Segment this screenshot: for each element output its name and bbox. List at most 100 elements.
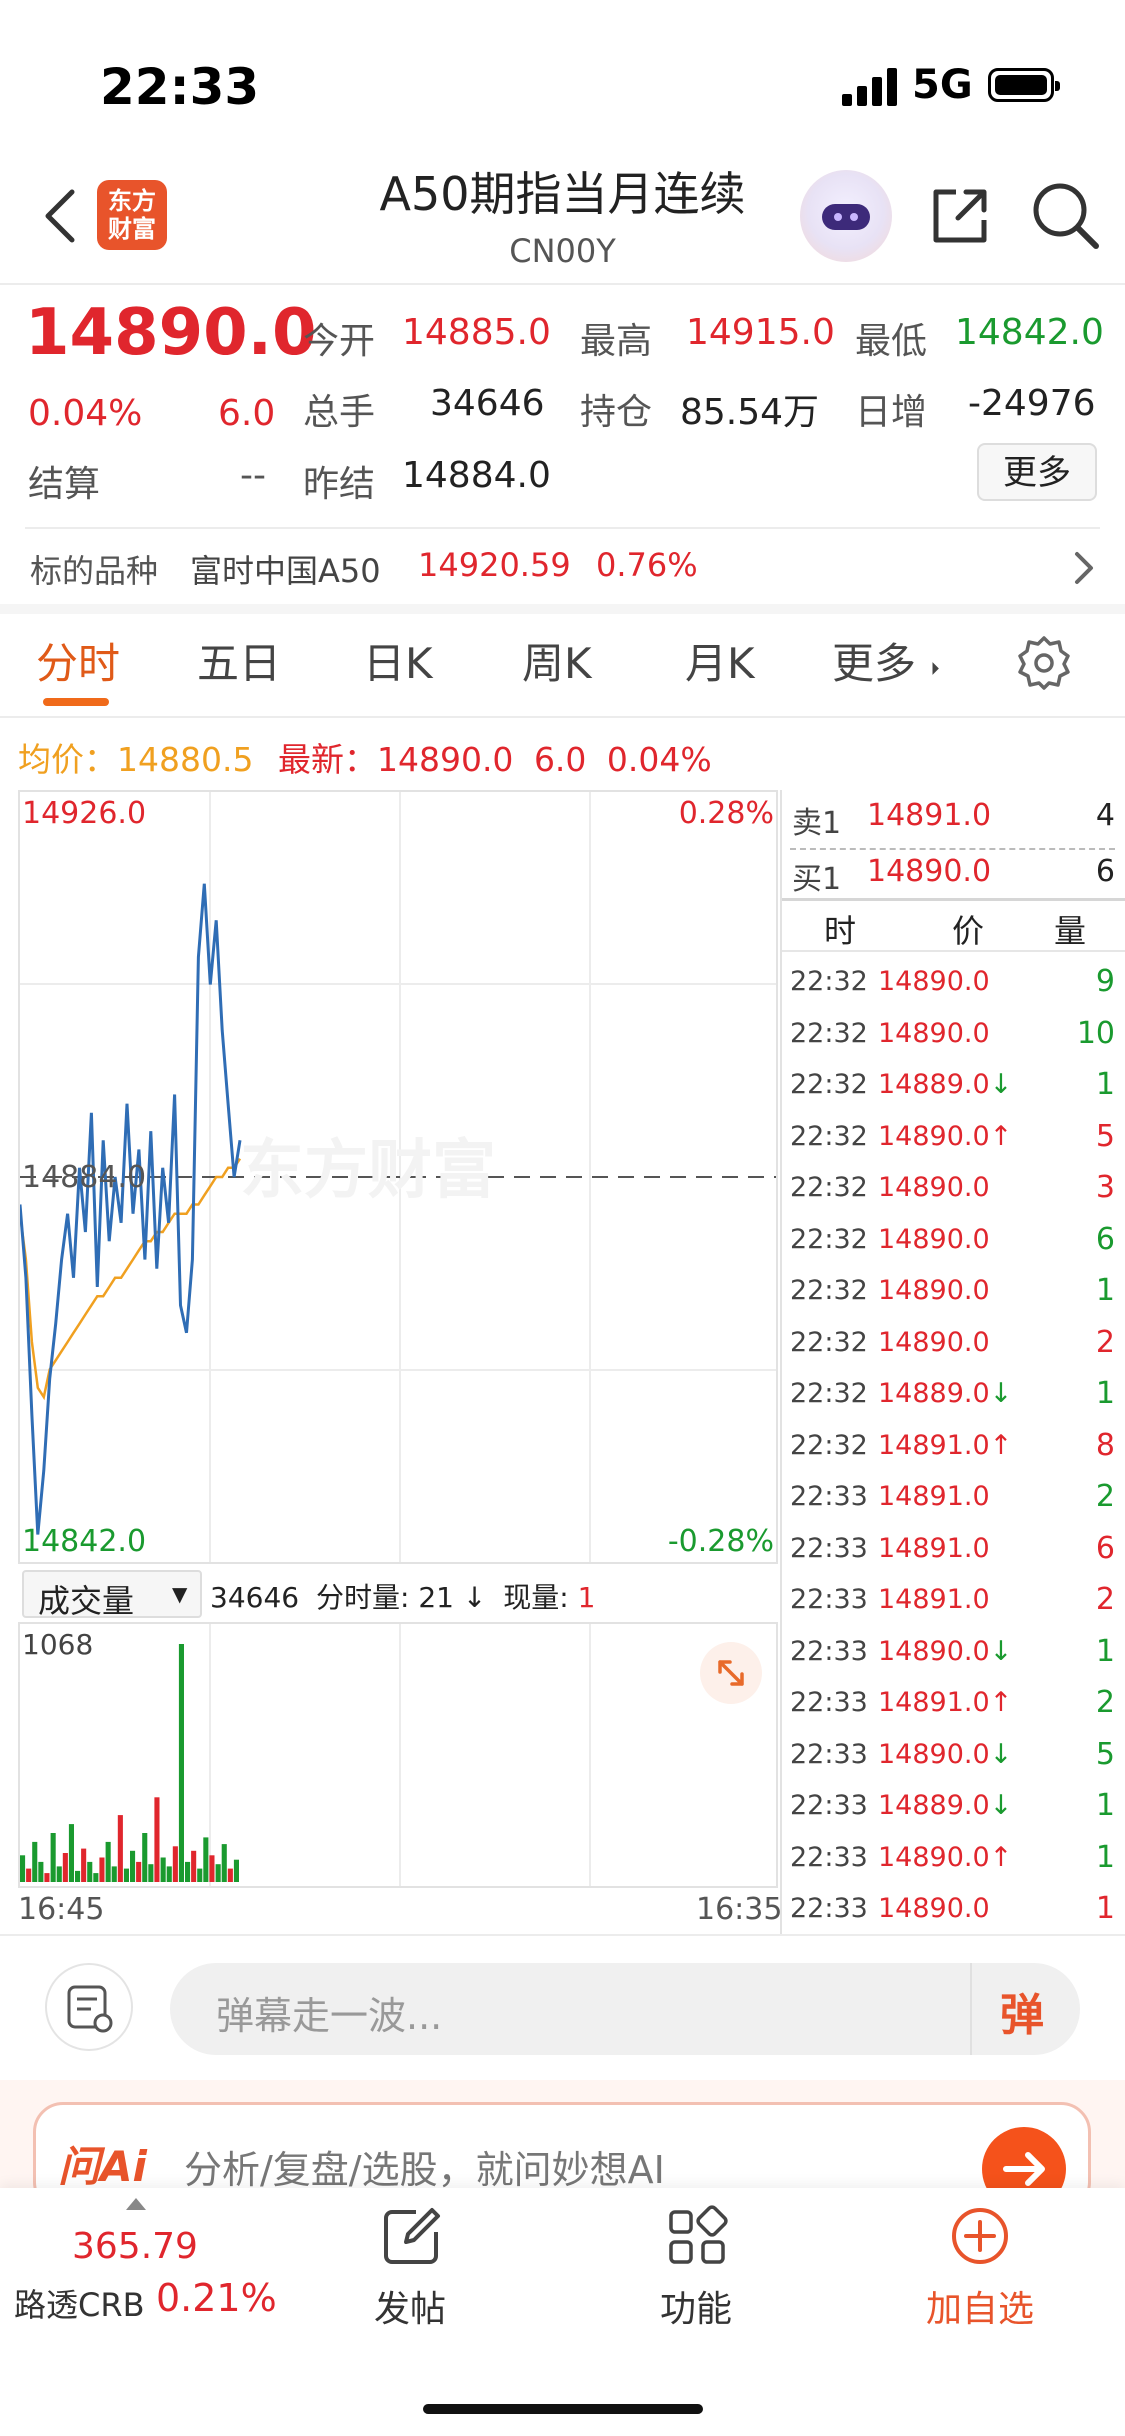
share-icon[interactable] bbox=[928, 184, 992, 248]
volume-bar bbox=[75, 1870, 81, 1882]
tick-row: 22:33 14890.0↓ 5 bbox=[782, 1735, 1125, 1785]
tick-price: 14890.0 bbox=[878, 1326, 990, 1358]
tick-qty: 1 bbox=[1095, 1376, 1115, 1411]
tick-time: 22:33 bbox=[790, 1841, 868, 1873]
up-caret-icon bbox=[126, 2198, 146, 2210]
latest-label: 最新： bbox=[277, 740, 377, 779]
functions-label[interactable]: 功能 bbox=[660, 2280, 732, 2332]
tick-time: 22:33 bbox=[790, 1790, 868, 1821]
settings-icon[interactable] bbox=[1016, 634, 1072, 690]
volume-bar bbox=[68, 1824, 74, 1882]
volume-bar bbox=[221, 1844, 227, 1882]
tick-row: 22:33 14890.0↓ 1 bbox=[782, 1632, 1125, 1682]
tick-price: 14890.0 bbox=[878, 966, 990, 997]
volume-bar bbox=[227, 1868, 233, 1882]
tab-5day[interactable]: 五日 bbox=[197, 630, 281, 691]
field-value-settlement: -- bbox=[240, 455, 266, 496]
functions-icon[interactable] bbox=[665, 2204, 729, 2268]
volume-bar bbox=[197, 1868, 203, 1882]
notes-icon bbox=[67, 1985, 113, 2033]
tick-price: 14891.0 bbox=[878, 1584, 990, 1615]
change-pct: 0.04% bbox=[28, 393, 143, 434]
ticker-value[interactable]: 365.79 bbox=[72, 2226, 198, 2267]
tick-row: 22:32 14890.0↑ 5 bbox=[782, 1117, 1125, 1167]
tick-time: 22:33 bbox=[790, 1738, 868, 1770]
tick-row: 22:32 14890.0 3 bbox=[782, 1168, 1125, 1218]
volume-bar bbox=[215, 1864, 221, 1882]
field-value-open-interest: 85.54万 bbox=[680, 392, 820, 433]
tick-qty: 1 bbox=[1095, 1067, 1115, 1102]
minute-volume-label: 分时量: bbox=[315, 1581, 410, 1614]
assistant-avatar-icon[interactable] bbox=[800, 170, 892, 262]
tick-qty: 1 bbox=[1095, 1788, 1115, 1823]
arrow-down-icon: ↓ bbox=[989, 1790, 1013, 1821]
add-watchlist-icon[interactable] bbox=[948, 2204, 1012, 2268]
avg-value: 14880.5 bbox=[117, 740, 254, 779]
tick-price: 14890.0 bbox=[878, 1017, 990, 1049]
tab-underline bbox=[43, 698, 109, 706]
tick-row: 22:32 14890.0 9 bbox=[782, 962, 1125, 1012]
tick-qty: 1 bbox=[1095, 1273, 1115, 1308]
tick-qty: 5 bbox=[1095, 1736, 1115, 1772]
expand-icon[interactable] bbox=[700, 1642, 762, 1704]
x-end-label: 16:35 bbox=[696, 1892, 783, 1927]
underlying-price: 14920.59 bbox=[418, 546, 571, 584]
tick-price: 14890.0↑ bbox=[878, 1841, 1013, 1873]
ticker-pct[interactable]: 0.21% bbox=[156, 2276, 277, 2320]
volume-chart-svg bbox=[20, 1624, 591, 1886]
post-icon[interactable] bbox=[380, 2204, 444, 2268]
field-value-prev-settle: 14884.0 bbox=[402, 455, 551, 496]
tick-row: 22:32 14890.0 1 bbox=[782, 1271, 1125, 1321]
tab-month-k[interactable]: 月K bbox=[685, 630, 755, 691]
tick-time: 22:33 bbox=[790, 1584, 868, 1615]
tick-row: 22:32 14889.0↓ 1 bbox=[782, 1065, 1125, 1115]
volume-bar bbox=[160, 1857, 166, 1882]
tick-qty: 6 bbox=[1095, 1530, 1115, 1566]
volume-bar bbox=[148, 1864, 154, 1882]
notes-button[interactable] bbox=[45, 1963, 133, 2051]
volume-bar bbox=[203, 1837, 209, 1882]
tab-week-k[interactable]: 周K bbox=[522, 630, 592, 691]
tick-row: 22:33 14891.0 2 bbox=[782, 1580, 1125, 1630]
search-icon[interactable] bbox=[1030, 180, 1102, 252]
field-value-daily-change: -24976 bbox=[968, 383, 1096, 424]
tick-qty: 2 bbox=[1095, 1324, 1115, 1360]
tab-intraday[interactable]: 分时 bbox=[36, 630, 120, 691]
volume-bar bbox=[105, 1841, 111, 1882]
ai-placeholder: 分析/复盘/选股，就问妙想AI bbox=[184, 2148, 665, 2192]
field-label: 日增 bbox=[855, 392, 928, 433]
volume-bar bbox=[38, 1861, 44, 1882]
latest-change: 6.0 bbox=[533, 740, 587, 779]
intraday-chart[interactable]: 东方财富 14926.0 0.28% 14884.0 14842.0 -0.28… bbox=[18, 790, 778, 1564]
volume-info: 34646 分时量: 21 ↓ 现量: 1 bbox=[210, 1576, 595, 1616]
arrow-down-icon: ↓ bbox=[989, 1635, 1013, 1667]
underlying-row[interactable]: 标的品种 富时中国A50 14920.59 0.76% bbox=[0, 538, 1125, 598]
tab-day-k[interactable]: 日K bbox=[363, 630, 433, 691]
field-label: 最低 bbox=[855, 321, 928, 362]
status-time: 22:33 bbox=[100, 58, 260, 116]
buy-price: 14890.0 bbox=[867, 854, 992, 889]
arrow-down-icon: ↓ bbox=[989, 1069, 1013, 1100]
ticker-name[interactable]: 路透CRB bbox=[14, 2280, 145, 2326]
y-mid-label: 14884.0 bbox=[22, 1160, 147, 1195]
field-label: 今开 bbox=[303, 321, 376, 362]
field-value-open: 14885.0 bbox=[402, 312, 551, 353]
volume-selector[interactable]: 成交量 ▼ bbox=[22, 1570, 202, 1620]
danmu-button[interactable]: 弹 bbox=[1000, 1979, 1044, 2043]
now-volume-label: 现量: bbox=[503, 1581, 569, 1614]
add-watchlist-label[interactable]: 加自选 bbox=[926, 2280, 1034, 2332]
tab-more[interactable]: 更多 bbox=[832, 630, 916, 691]
tick-price: 14890.0↓ bbox=[878, 1738, 1013, 1770]
tick-time: 22:32 bbox=[790, 1275, 868, 1306]
tick-price: 14891.0↑ bbox=[878, 1687, 1013, 1718]
danmu-input[interactable]: 弹幕走一波... 弹 bbox=[170, 1963, 1080, 2055]
tick-price: 14890.0 bbox=[878, 1275, 990, 1306]
danmu-placeholder: 弹幕走一波... bbox=[216, 1994, 443, 2038]
volume-bar bbox=[136, 1861, 142, 1882]
price-line bbox=[20, 883, 242, 1535]
post-label[interactable]: 发帖 bbox=[374, 2280, 446, 2332]
more-fields-button[interactable]: 更多 bbox=[977, 443, 1097, 501]
tick-row: 22:33 14890.0 1 bbox=[782, 1889, 1125, 1939]
tick-row: 22:32 14890.0 6 bbox=[782, 1220, 1125, 1270]
volume-bar bbox=[20, 1855, 26, 1882]
